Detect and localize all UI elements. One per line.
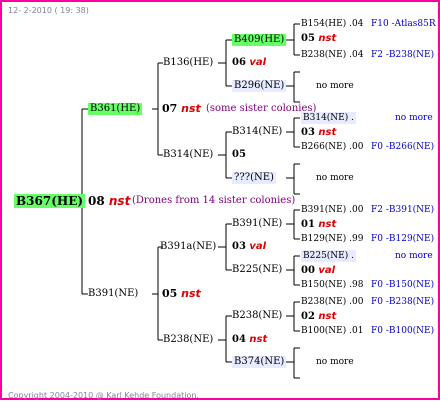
- gen4-generation: 02 nst: [301, 311, 337, 322]
- gen4-link[interactable]: F0 -B129(NE): [371, 233, 434, 245]
- queen-b314: B314(NE): [163, 149, 214, 160]
- gen4-link[interactable]: F2 -B238(NE): [371, 49, 434, 61]
- gen4-link[interactable]: F0 -B150(NE): [371, 279, 434, 291]
- root-note: (Drones from 14 sister colonies): [132, 195, 296, 206]
- queen-root: B367(HE): [14, 194, 86, 208]
- gen4-no-more: no more: [316, 81, 354, 91]
- date-header: 12- 2-2010 ( 19: 38): [8, 6, 89, 15]
- gen4-link[interactable]: F10 -Atlas85R: [371, 18, 436, 30]
- queen-b314-2: B314(NE): [232, 126, 283, 137]
- queen-unknown: ???(NE): [232, 172, 276, 184]
- gen4-link[interactable]: F0 -B100(NE): [371, 325, 434, 337]
- gen4-no-more: no more: [316, 357, 354, 367]
- gen4-link[interactable]: F2 -B391(NE): [371, 204, 434, 216]
- g2d-generation: 04 nst: [232, 334, 268, 345]
- queen-b391-2: B391(NE): [232, 218, 283, 229]
- copyright: Copyright 2004-2010 @ Karl Kehde Foundat…: [8, 391, 199, 400]
- queen-b409: B409(HE): [232, 34, 287, 46]
- gen4-label: B100(NE) .01: [301, 326, 364, 336]
- g2c-generation: 03 val: [232, 241, 267, 252]
- queen-b391: B391(NE): [88, 288, 139, 299]
- queen-b136: B136(HE): [163, 57, 214, 68]
- root-generation: 08 nst: [88, 194, 131, 208]
- g1b-generation: 05 nst: [162, 287, 201, 300]
- gen4-label: B391(NE) .00: [301, 205, 364, 215]
- g2a-generation: 06 val: [232, 57, 267, 68]
- gen4-label: B150(NE) .98: [301, 280, 364, 290]
- gen4-label: B266(NE) .00: [301, 142, 364, 152]
- g2b-generation: 05: [232, 149, 246, 160]
- gen4-generation: 05 nst: [301, 33, 337, 44]
- gen4-link[interactable]: F0 -B238(NE): [371, 296, 434, 308]
- queen-b225: B225(NE): [232, 264, 283, 275]
- gen4-link: no more: [395, 251, 433, 261]
- gen4-generation: 00 val: [301, 265, 336, 276]
- gen4-generation: 03 nst: [301, 127, 337, 138]
- g1a-note: (some sister colonies): [206, 103, 317, 114]
- gen4-no-more: no more: [316, 173, 354, 183]
- gen4-label: B238(NE) .00: [301, 297, 364, 307]
- queen-b238: B238(NE): [163, 334, 214, 345]
- gen4-label: B225(NE) .: [301, 250, 356, 262]
- queen-b296: B296(NE): [232, 80, 287, 92]
- queen-b361: B361(HE): [88, 103, 143, 115]
- gen4-label: B154(HE) .04: [301, 19, 364, 29]
- g1a-generation: 07 nst: [162, 102, 201, 115]
- gen4-generation: 01 nst: [301, 219, 337, 230]
- gen4-label: B314(NE) .: [301, 112, 356, 124]
- queen-b374: B374(NE): [232, 356, 287, 368]
- queen-b391a: B391a(NE): [160, 241, 217, 252]
- queen-b238-2: B238(NE): [232, 310, 283, 321]
- gen4-label: B238(NE) .04: [301, 50, 364, 60]
- gen4-link[interactable]: F0 -B266(NE): [371, 141, 434, 153]
- pedigree-frame: 12- 2-2010 ( 19: 38) B367(HE) 08 nst (Dr…: [0, 0, 440, 400]
- gen4-link: no more: [395, 113, 433, 123]
- gen4-label: B129(NE) .99: [301, 234, 364, 244]
